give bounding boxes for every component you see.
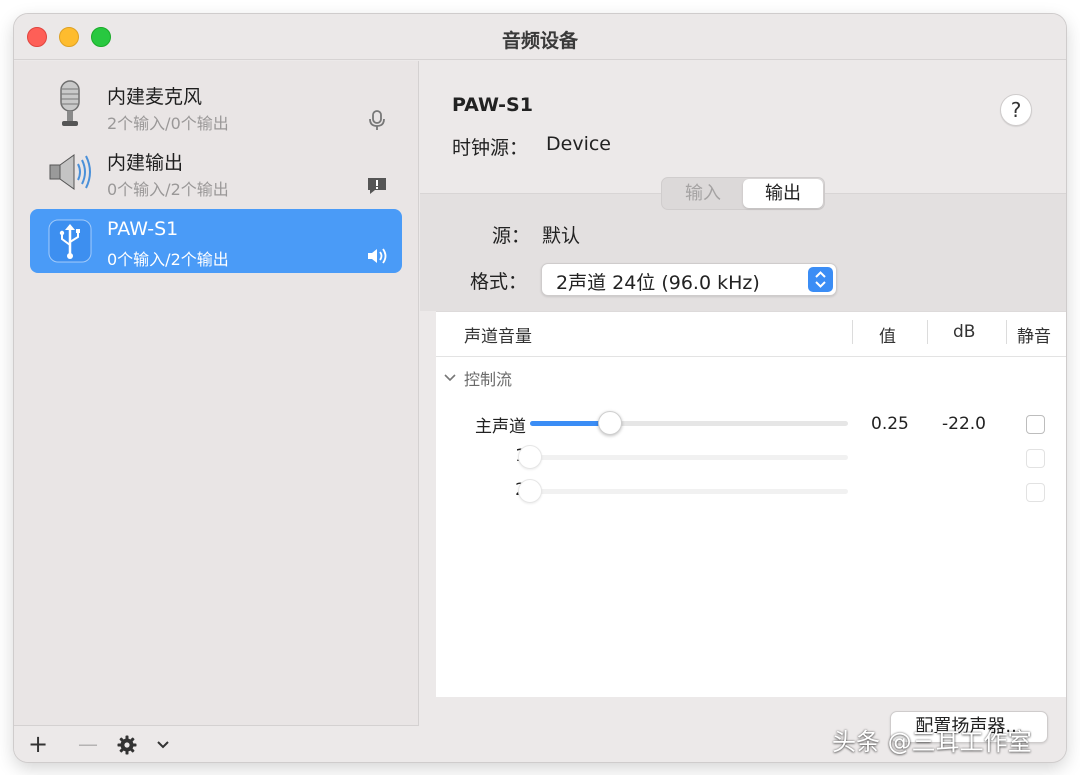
column-divider — [852, 320, 853, 344]
mute-checkbox[interactable] — [1026, 415, 1045, 434]
mute-checkbox[interactable] — [1026, 449, 1045, 468]
watermark: 头条 @三耳工作室 — [832, 728, 1032, 756]
clock-source-label: 时钟源： — [452, 137, 529, 159]
device-io-summary: 0个输入/2个输出 — [107, 250, 229, 269]
source-label: 源： — [492, 225, 531, 247]
header-channel-volume: 声道音量 — [464, 327, 532, 347]
microphone-icon — [60, 80, 80, 126]
device-item-paw-s1[interactable]: PAW-S1 0个输入/2个输出 — [30, 209, 402, 273]
channel-volume-table: 声道音量 值 dB 静音 控制流 主声道 0.25 -22.0 1 — [436, 311, 1066, 697]
group-control-stream: 控制流 — [464, 370, 513, 389]
chevron-down-icon[interactable] — [443, 370, 457, 384]
gear-icon[interactable] — [117, 735, 137, 755]
volume-slider-track[interactable] — [530, 489, 848, 494]
volume-slider-track[interactable] — [530, 455, 848, 460]
header-db: dB — [953, 322, 976, 342]
mute-checkbox[interactable] — [1026, 483, 1045, 502]
add-device-button[interactable]: + — [28, 730, 48, 758]
header-value: 值 — [879, 327, 896, 347]
remove-device-button[interactable]: — — [78, 730, 98, 758]
tab-input[interactable]: 输入 — [663, 179, 743, 208]
sidebar-footer: + — — [14, 725, 419, 762]
window-title: 音频设备 — [501, 30, 578, 52]
header-mute: 静音 — [1017, 327, 1051, 347]
device-name: 内建麦克风 — [107, 86, 203, 108]
tab-output[interactable]: 输出 — [743, 179, 823, 208]
source-value: 默认 — [542, 225, 581, 247]
channel-db: -22.0 — [942, 414, 986, 434]
header-divider — [436, 356, 1066, 357]
volume-slider-knob[interactable] — [597, 411, 622, 435]
device-item-builtin-mic[interactable]: 内建麦克风 2个输入/0个输出 — [30, 73, 402, 137]
channel-label: 主声道 — [475, 417, 526, 437]
clock-source-value: Device — [546, 133, 611, 155]
device-io-summary: 0个输入/2个输出 — [107, 180, 229, 199]
device-name: 内建输出 — [107, 152, 184, 174]
device-detail-panel: PAW-S1 时钟源： Device ? 输入 输出 源： 默认 格式： 2声道… — [420, 61, 1066, 762]
mic-badge-icon — [369, 110, 385, 130]
device-title: PAW-S1 — [452, 94, 533, 116]
device-list-sidebar: 内建麦克风 2个输入/0个输出 内建输出 0个输入/2个输出 PAW-S1 0个… — [14, 61, 419, 762]
device-io-summary: 2个输入/0个输出 — [107, 114, 229, 133]
volume-slider-knob[interactable] — [518, 445, 542, 469]
device-item-builtin-output[interactable]: 内建输出 0个输入/2个输出 — [30, 139, 402, 203]
volume-slider-knob[interactable] — [518, 479, 542, 503]
column-divider — [1006, 320, 1007, 344]
help-button[interactable]: ? — [1000, 94, 1032, 126]
channel-label: 2 — [436, 480, 526, 500]
speaker-icon — [49, 154, 91, 190]
column-divider — [927, 320, 928, 344]
alert-bubble-icon — [368, 178, 386, 194]
format-select[interactable]: 2声道 24位 (96.0 kHz) — [541, 263, 837, 296]
channel-label: 1 — [436, 446, 526, 466]
volume-slider-track[interactable] — [530, 421, 848, 426]
format-label: 格式： — [470, 271, 528, 293]
format-value: 2声道 24位 (96.0 kHz) — [556, 272, 760, 294]
io-tab-control: 输入 输出 — [661, 177, 825, 210]
chevron-down-icon[interactable] — [156, 739, 170, 751]
audio-devices-window: 音频设备 内建麦克风 2个输入/0个输出 内建输出 0个输入/2个输出 PAW-… — [14, 14, 1066, 762]
title-bar: 音频设备 — [14, 14, 1066, 60]
usb-icon — [48, 219, 92, 263]
device-name: PAW-S1 — [107, 218, 179, 240]
channel-value: 0.25 — [871, 414, 909, 434]
volume-icon — [368, 248, 387, 264]
up-down-arrows-icon — [808, 267, 833, 292]
